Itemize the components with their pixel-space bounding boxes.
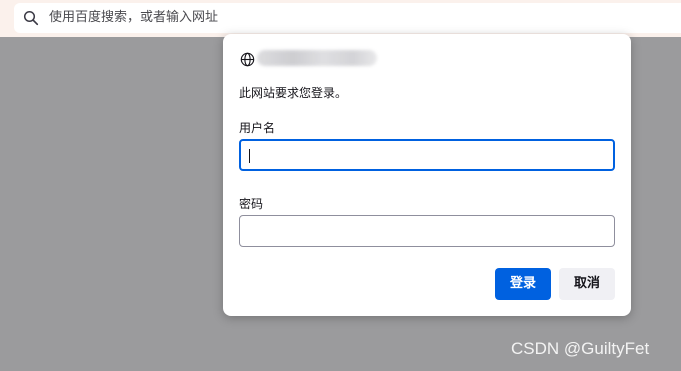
password-label: 密码 xyxy=(239,197,264,211)
search-icon xyxy=(23,10,39,26)
username-label: 用户名 xyxy=(239,121,276,135)
address-placeholder: 使用百度搜索，或者输入网址 xyxy=(49,10,219,25)
auth-dialog: 此网站要求您登录。 用户名 密码 登录 取消 xyxy=(223,34,631,316)
address-input[interactable]: 使用百度搜索，或者输入网址 xyxy=(14,3,681,33)
site-host-blurred xyxy=(257,50,377,66)
username-field[interactable] xyxy=(239,139,615,171)
login-button[interactable]: 登录 xyxy=(495,268,551,300)
watermark: CSDN @GuiltyFet xyxy=(511,339,650,358)
password-field[interactable] xyxy=(239,215,615,247)
dialog-message: 此网站要求您登录。 xyxy=(239,86,348,100)
globe-icon xyxy=(240,52,255,67)
text-caret xyxy=(249,149,250,163)
cancel-button[interactable]: 取消 xyxy=(559,268,615,300)
address-bar: 使用百度搜索，或者输入网址 xyxy=(0,0,681,37)
